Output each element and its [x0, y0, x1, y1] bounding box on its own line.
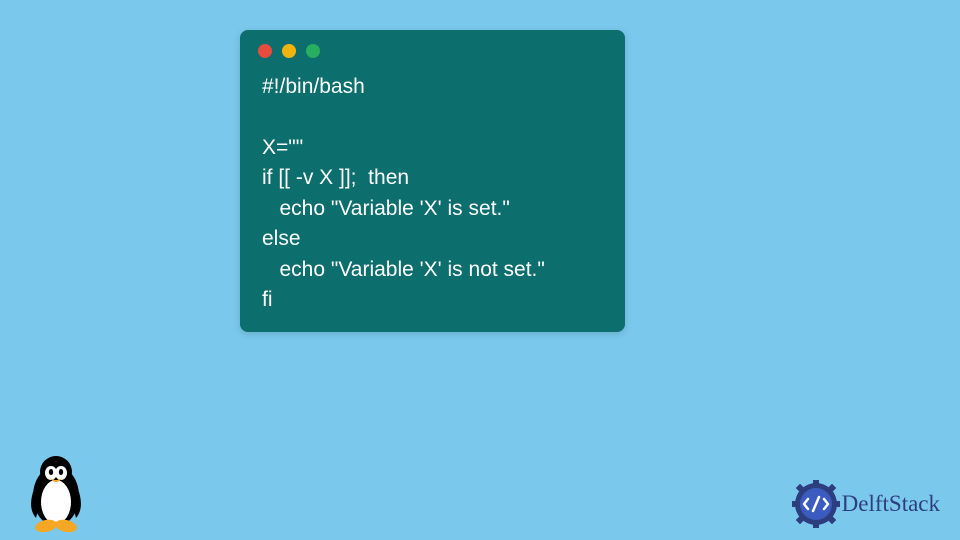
gear-code-icon: [792, 480, 840, 528]
minimize-icon[interactable]: [282, 44, 296, 58]
logo-text: DelftStack: [842, 491, 940, 517]
maximize-icon[interactable]: [306, 44, 320, 58]
code-window: #!/bin/bash X="" if [[ -v X ]]; then ech…: [240, 30, 625, 332]
tux-icon: [22, 454, 90, 532]
close-icon[interactable]: [258, 44, 272, 58]
code-content: #!/bin/bash X="" if [[ -v X ]]; then ech…: [240, 64, 625, 316]
window-controls: [240, 30, 625, 64]
delftstack-logo: DelftStack: [792, 480, 940, 528]
